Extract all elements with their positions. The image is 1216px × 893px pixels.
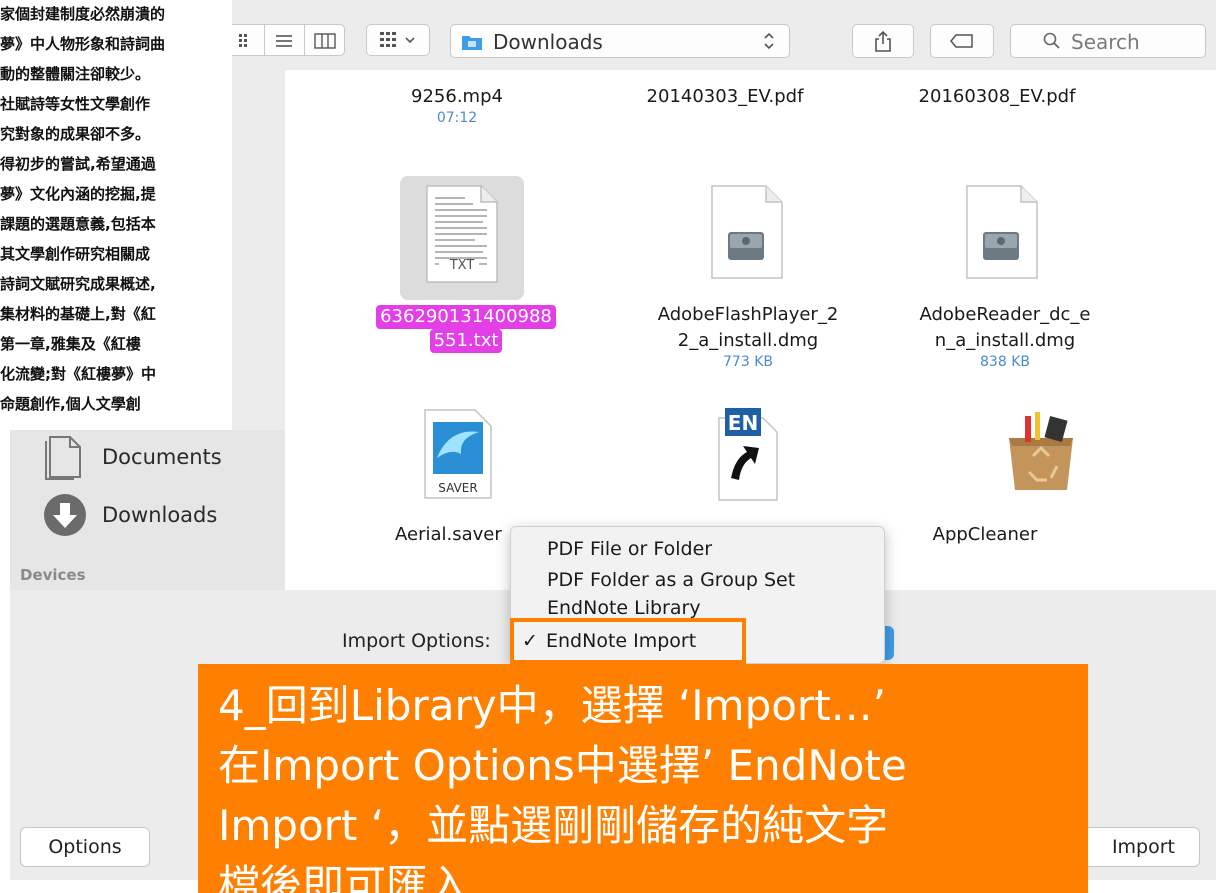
text-line: 命題創作,個人文學創 <box>0 395 141 413</box>
file-name: AppCleaner <box>932 524 1038 545</box>
file-item[interactable]: 20160308_EV.pdf <box>882 84 1112 110</box>
txt-label: TXT <box>449 258 475 273</box>
text-line: 其文學創作研究相關成 <box>0 245 151 263</box>
menu-item-label: EndNote Library <box>547 597 701 619</box>
search-icon <box>1043 32 1061 54</box>
text-line: 得初步的嘗試,希望通過 <box>0 155 156 173</box>
text-line: 詩詞文賦研究成果概述, <box>0 275 156 293</box>
file-item[interactable]: 9256.mp4 07:12 <box>342 84 572 126</box>
tag-icon <box>950 34 974 48</box>
text-line: 社賦詩等女性文學創作 <box>0 95 151 113</box>
file-item[interactable]: AdobeFlashPlayer_2 2_a_install.dmg 773 K… <box>633 302 863 370</box>
endnote-import-file-icon[interactable]: EN <box>711 406 781 506</box>
list-view-icon[interactable] <box>270 27 298 55</box>
file-item[interactable]: AppCleaner <box>905 522 1065 548</box>
file-item[interactable]: AdobeReader_dc_e n_a_install.dmg 838 KB <box>890 302 1120 370</box>
sidebar-item-documents[interactable]: Documents <box>42 430 222 484</box>
dmg-file-icon[interactable] <box>965 184 1039 284</box>
menu-item-endnote-library[interactable]: EndNote Library <box>511 595 884 619</box>
downloads-icon <box>42 492 88 538</box>
en-label: EN <box>728 411 758 435</box>
instruction-callout: 4_回到Library中，選擇 ‘Import…’ 在Import Option… <box>198 664 1088 893</box>
group-by-button[interactable] <box>366 24 430 56</box>
document-icon <box>42 434 88 480</box>
document-text-snippet: 家個封建制度必然崩潰的 夢》中人物形象和詩詞曲 動的整體關注卻較少。 社賦詩等女… <box>0 0 232 430</box>
file-name-line2: 551.txt <box>429 329 503 353</box>
group-by-icon <box>380 32 416 48</box>
file-item[interactable]: 20140303_EV.pdf <box>610 84 840 110</box>
search-placeholder: Search <box>1071 30 1140 54</box>
text-line: 集材料的基礎上,對《紅 <box>0 305 156 323</box>
sidebar-section-devices: Devices <box>20 566 86 584</box>
saver-label: SAVER <box>438 481 477 495</box>
icon-view-icon[interactable] <box>232 27 260 55</box>
file-meta: 838 KB <box>980 354 1030 370</box>
text-line: 動的整體關注卻較少。 <box>0 65 151 83</box>
updown-chevron-icon <box>763 31 775 55</box>
text-line: 化流變;對《紅樓夢》中 <box>0 365 156 383</box>
instruction-text: 4_回到Library中，選擇 ‘Import…’ 在Import Option… <box>218 681 907 893</box>
file-name: 20160308_EV.pdf <box>918 86 1076 107</box>
sidebar: Documents Downloads Devices <box>10 430 285 590</box>
file-name: 20140303_EV.pdf <box>646 86 804 107</box>
file-name-line1: AdobeReader_dc_e <box>919 304 1091 325</box>
file-name-line2: 2_a_install.dmg <box>677 330 819 351</box>
text-line: 第一章,雅集及《紅樓 <box>0 335 141 353</box>
import-button[interactable]: Import <box>1070 827 1200 867</box>
sidebar-item-downloads[interactable]: Downloads <box>42 488 217 542</box>
text-line: 夢》文化內涵的挖掘,提 <box>0 185 156 203</box>
sidebar-item-label: Downloads <box>102 503 218 527</box>
text-line: 課題的選題意義,包括本 <box>0 215 156 233</box>
checkmark-icon: ✓ <box>522 630 538 652</box>
file-name-line1: 636290131400988 <box>376 305 556 329</box>
menu-item-endnote-import[interactable]: ✓ EndNote Import <box>510 618 746 664</box>
search-input[interactable]: Search <box>1010 24 1206 58</box>
text-line: 究對象的成果卻不多。 <box>0 125 151 143</box>
tag-button[interactable] <box>930 24 994 58</box>
menu-item-label: PDF File or Folder <box>547 538 713 560</box>
view-mode-control <box>227 24 345 56</box>
location-label: Downloads <box>493 30 603 54</box>
dmg-file-icon[interactable] <box>710 184 784 284</box>
share-icon <box>874 30 892 52</box>
file-item-selected[interactable]: 636290131400988 551.txt <box>366 305 566 353</box>
menu-item-pdf-folder-group[interactable]: PDF Folder as a Group Set <box>511 564 884 596</box>
file-meta: 773 KB <box>723 354 773 370</box>
menu-item-label: PDF Folder as a Group Set <box>547 569 796 591</box>
text-line: 夢》中人物形象和詩詞曲 <box>0 35 166 53</box>
folder-icon <box>461 33 483 55</box>
import-options-label: Import Options: <box>342 630 491 652</box>
appcleaner-app-icon[interactable] <box>999 410 1083 498</box>
saver-file-icon[interactable]: SAVER <box>423 408 493 504</box>
file-browser: 9256.mp4 07:12 20140303_EV.pdf 20160308_… <box>285 70 1216 590</box>
sidebar-item-label: Documents <box>102 445 222 469</box>
share-button[interactable] <box>852 24 914 58</box>
txt-file-icon[interactable]: TXT <box>425 184 499 288</box>
file-name-line1: AdobeFlashPlayer_2 <box>657 304 839 325</box>
location-popup[interactable]: Downloads <box>450 24 790 58</box>
file-meta: 07:12 <box>436 110 478 126</box>
column-view-icon[interactable] <box>310 27 340 55</box>
file-name: 9256.mp4 <box>411 86 503 107</box>
text-line: 家個封建制度必然崩潰的 <box>0 5 166 23</box>
menu-item-pdf-file[interactable]: PDF File or Folder <box>511 533 884 565</box>
options-button[interactable]: Options <box>20 827 150 867</box>
menu-item-label: EndNote Import <box>546 630 697 652</box>
file-name-line2: n_a_install.dmg <box>934 330 1076 351</box>
